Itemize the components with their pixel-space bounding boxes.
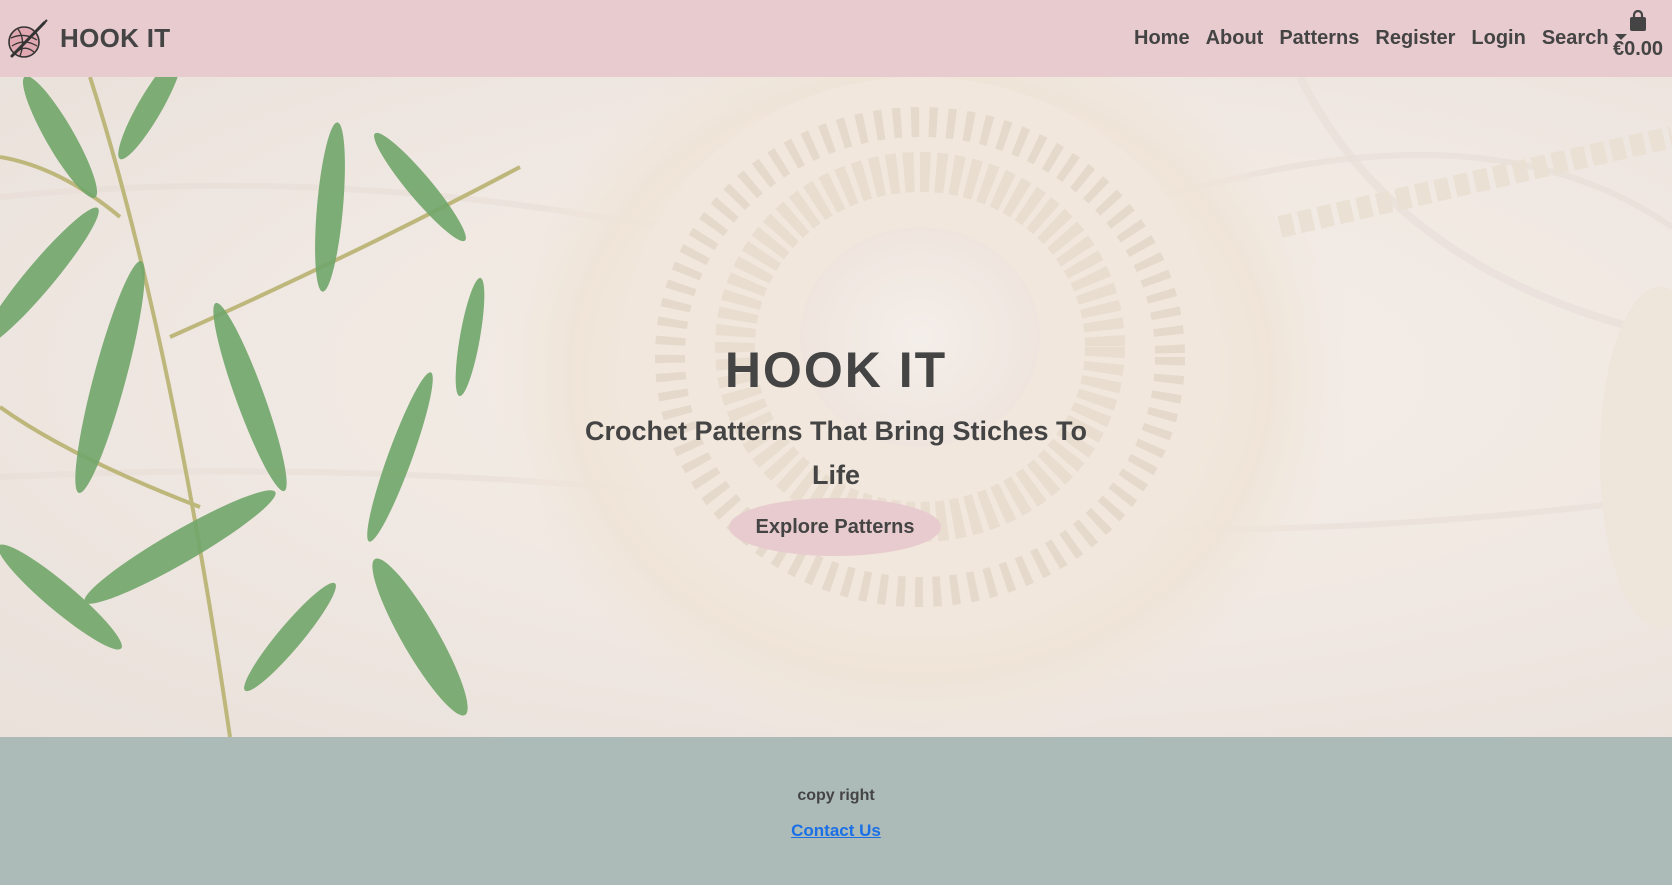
explore-patterns-button[interactable]: Explore Patterns	[729, 498, 941, 556]
contact-us-link[interactable]: Contact Us	[791, 821, 881, 840]
brand-name: HOOK IT	[60, 23, 171, 53]
nav-link-login[interactable]: Login	[1471, 27, 1525, 50]
hero-content: HOOK IT Crochet Patterns That Bring Stic…	[0, 77, 1672, 737]
shopping-bag-icon	[1630, 10, 1646, 31]
nav-link-about[interactable]: About	[1206, 27, 1264, 50]
yarn-ball-hook-icon	[8, 18, 48, 58]
copyright-text: copy right	[797, 787, 875, 804]
nav-link-register[interactable]: Register	[1375, 27, 1455, 50]
cart-button[interactable]: €0.00	[1610, 10, 1666, 61]
contact-us-row: Contact Us	[0, 821, 1672, 841]
footer: copy right Contact Us	[0, 737, 1672, 885]
nav-link-home[interactable]: Home	[1134, 27, 1190, 50]
hero-title: HOOK IT	[724, 342, 948, 398]
brand[interactable]: HOOK IT	[6, 18, 170, 60]
cart-total: €0.00	[1612, 38, 1664, 60]
navbar: HOOK IT Home About Patterns Register Log…	[0, 0, 1672, 77]
hero-subtitle: Crochet Patterns That Bring Stiches To L…	[584, 416, 1088, 490]
search-dropdown-label: Search	[1541, 27, 1609, 49]
nav-link-patterns[interactable]: Patterns	[1279, 27, 1359, 50]
nav-links: Home About Patterns Register Login Searc…	[1134, 0, 1643, 77]
hero-banner: HOOK IT Crochet Patterns That Bring Stic…	[0, 77, 1672, 737]
